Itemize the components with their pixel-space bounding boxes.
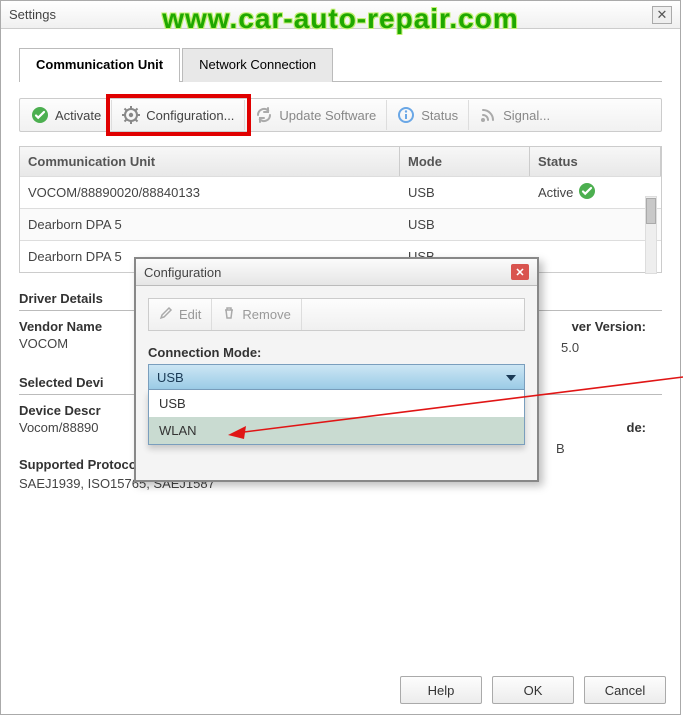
help-button[interactable]: Help [400,676,482,704]
cell-mode: USB [400,217,530,232]
configuration-dialog: Configuration ✕ Edit Remove Connection M… [134,257,539,482]
button-label: Signal... [503,108,550,123]
dialog-footer: Help OK Cancel [400,676,666,704]
comm-unit-table: Communication Unit Mode Status VOCOM/888… [19,146,662,273]
tab-network-connection[interactable]: Network Connection [182,48,333,82]
button-label: Edit [179,307,201,322]
table-scrollbar[interactable] [645,196,657,274]
button-label: Status [421,108,458,123]
dialog-title: Configuration [144,265,511,280]
status-button[interactable]: Status [387,100,469,130]
edit-button[interactable]: Edit [149,299,212,330]
cell-cu: Dearborn DPA 5 [20,217,400,232]
driver-version-value: 5.0 [561,340,646,355]
cell-status: Active [530,182,661,203]
combo-selected[interactable]: USB [148,364,525,390]
device-descr-label: Device Descr [19,403,149,418]
signal-button[interactable]: Signal... [469,100,560,130]
table-row[interactable]: Dearborn DPA 5 USB [20,208,661,240]
combo-selected-text: USB [157,370,184,385]
col-header-mode[interactable]: Mode [400,147,530,176]
supported-protocols-label: Supported Protocols: [19,457,152,472]
window-title: Settings [9,7,652,22]
close-button[interactable]: ✕ [652,6,672,24]
check-circle-icon [31,106,49,124]
signal-icon [479,106,497,124]
refresh-icon [255,106,273,124]
cell-cu: VOCOM/88890020/88840133 [20,185,400,200]
update-software-button[interactable]: Update Software [245,100,387,130]
close-icon: ✕ [657,7,668,23]
cell-mode: USB [400,185,530,200]
check-circle-icon [578,182,596,203]
gear-icon [122,106,140,124]
table-header: Communication Unit Mode Status [20,147,661,176]
toolbar: Activate Configuration... Update Softwar… [19,98,662,132]
connection-mode-combo[interactable]: USB USB WLAN [148,364,525,390]
info-icon [397,106,415,124]
mode-peek-value: B [556,441,646,456]
tab-label: Network Connection [199,57,316,72]
configuration-button[interactable]: Configuration... [112,100,245,130]
table-row[interactable]: VOCOM/88890020/88840133 USB Active [20,176,661,208]
connection-mode-label: Connection Mode: [148,345,525,360]
button-label: Remove [242,307,290,322]
button-label: Configuration... [146,108,234,123]
tab-label: Communication Unit [36,57,163,72]
pencil-icon [159,306,173,323]
vendor-value: VOCOM [19,336,149,351]
driver-version-label: ver Version: [572,319,646,334]
combo-dropdown: USB WLAN [148,390,525,445]
trash-icon [222,306,236,323]
status-text: Active [538,185,573,200]
scrollbar-thumb[interactable] [646,198,656,224]
dialog-body: Edit Remove Connection Mode: USB USB WLA… [136,286,537,402]
col-header-cu[interactable]: Communication Unit [20,147,400,176]
tabstrip: Communication Unit Network Connection [19,47,662,82]
button-label: Activate [55,108,101,123]
dialog-close-button[interactable]: ✕ [511,264,529,280]
cancel-button[interactable]: Cancel [584,676,666,704]
ok-button[interactable]: OK [492,676,574,704]
combo-option-wlan[interactable]: WLAN [149,417,524,444]
device-descr-value: Vocom/88890 [19,420,149,435]
dialog-titlebar: Configuration ✕ [136,259,537,286]
activate-button[interactable]: Activate [21,100,112,130]
remove-button[interactable]: Remove [212,299,301,330]
titlebar: Settings ✕ [1,1,680,29]
combo-option-usb[interactable]: USB [149,390,524,417]
mode-peek-label: de: [627,420,647,435]
button-label: Update Software [279,108,376,123]
tab-communication-unit[interactable]: Communication Unit [19,48,180,82]
dialog-toolbar: Edit Remove [148,298,525,331]
vendor-label: Vendor Name [19,319,149,334]
col-header-status[interactable]: Status [530,147,661,176]
